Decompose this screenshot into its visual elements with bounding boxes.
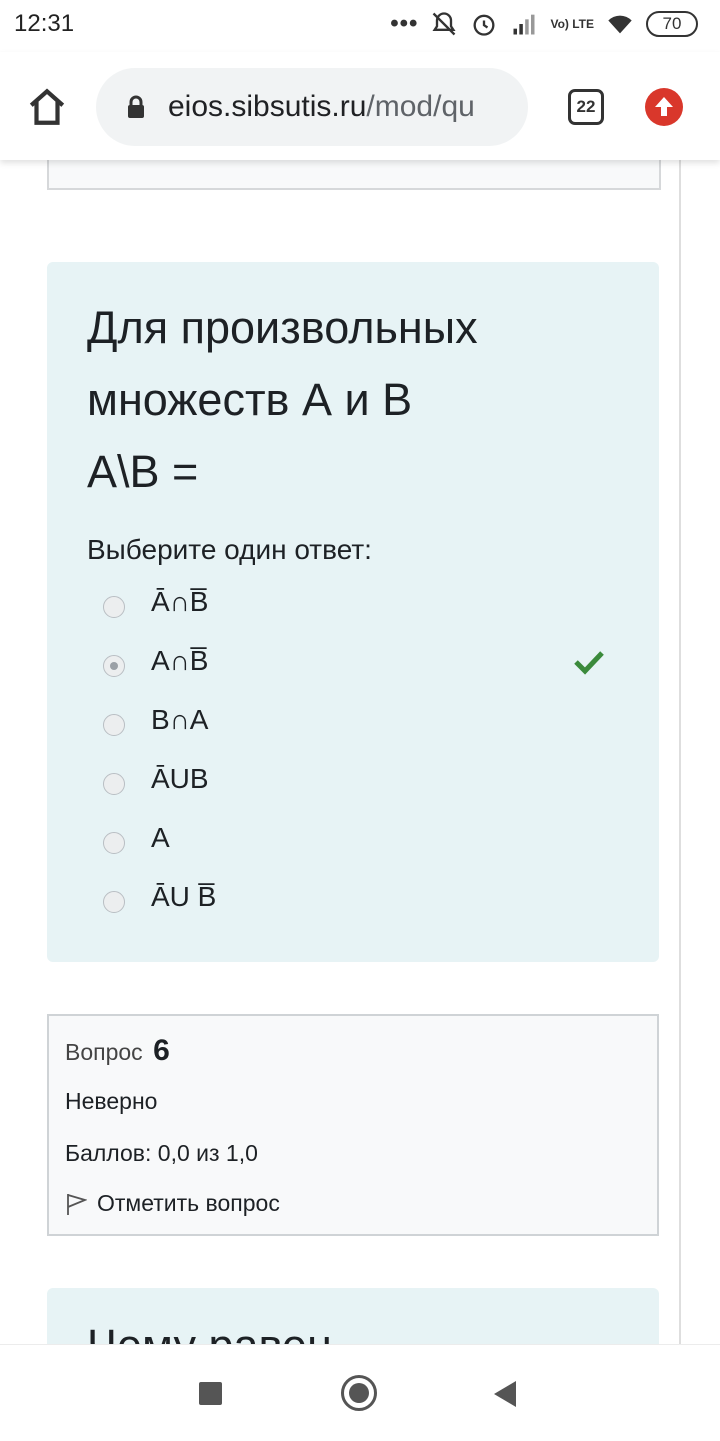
answer-option[interactable]: A [103,810,623,869]
question-text: Для произвольных множеств А и В А\В = [87,292,617,508]
status-bar: 12:31 ••• Vo) LTE 70 [0,0,720,52]
answer-label: A∩B̅ [151,645,209,676]
question-number: Вопрос 6 [65,1034,170,1068]
page-content: Для произвольных множеств А и В А\В = Вы… [0,160,720,1344]
question-line: Для произвольных [87,302,478,353]
back-icon[interactable] [494,1381,516,1407]
answer-label: ĀU B̅ [151,881,217,912]
question-info-box: Вопрос 6 Неверно Баллов: 0,0 из 1,0 Отме… [47,1014,659,1236]
answer-label: Ā∩B̅ [151,586,209,617]
scroll-rail [679,160,681,1344]
answer-option[interactable]: ĀUB [103,751,623,810]
previous-info-box [47,160,661,190]
system-nav-bar [0,1344,720,1441]
question-number-label: Вопрос [65,1039,143,1065]
recent-apps-icon[interactable] [199,1382,222,1405]
url-domain: eios.sibsutis.ru [168,90,367,123]
wifi-icon [608,15,632,34]
alarm-icon [473,14,495,36]
network-label: Vo) LTE [550,17,594,31]
radio-button[interactable] [103,596,125,618]
answer-option[interactable]: B∩A [103,692,623,751]
more-dots-icon: ••• [390,10,419,37]
flag-question-button[interactable]: Отметить вопрос [65,1190,280,1217]
question-line: А\В = [87,446,199,497]
update-icon[interactable] [645,88,683,126]
radio-button[interactable] [103,773,125,795]
lock-icon [128,95,144,118]
answer-prompt: Выберите один ответ: [87,534,372,565]
question-number-value: 6 [153,1034,170,1067]
radio-button-selected[interactable] [103,655,125,677]
answer-option[interactable]: A∩B̅ [103,633,623,692]
flag-icon [67,1193,87,1215]
alarm-off-icon [432,12,456,36]
url-text: eios.sibsutis.ru/mod/qu [168,90,475,124]
answer-label: ĀUB [151,763,209,794]
url-path: /mod/qu [366,90,475,123]
answer-list: Ā∩B̅ A∩B̅ B∩A ĀUB A ĀU B̅ [103,574,623,928]
status-icons: ••• Vo) LTE 70 [390,10,698,38]
signal-icon [513,14,535,35]
question-line: множеств А и В [87,374,413,425]
question-grade: Баллов: 0,0 из 1,0 [65,1140,258,1166]
tabs-icon[interactable]: 22 [568,89,604,125]
radio-button[interactable] [103,714,125,736]
next-question-card: Чему равен [47,1288,659,1344]
radio-button[interactable] [103,832,125,854]
home-icon[interactable] [26,86,68,128]
home-nav-icon[interactable] [341,1375,377,1411]
answer-label: B∩A [151,704,209,735]
browser-toolbar: eios.sibsutis.ru/mod/qu 22 [0,52,720,160]
address-bar[interactable]: eios.sibsutis.ru/mod/qu [96,68,528,146]
checkmark-icon [574,651,604,675]
question-status: Неверно [65,1088,158,1114]
next-question-text: Чему равен [87,1320,332,1344]
radio-button[interactable] [103,891,125,913]
question-card: Для произвольных множеств А и В А\В = Вы… [47,262,659,962]
flag-question-label: Отметить вопрос [97,1190,280,1216]
status-time: 12:31 [14,10,75,37]
answer-label: A [151,822,170,853]
answer-option[interactable]: ĀU B̅ [103,869,623,928]
battery-icon: 70 [646,11,698,37]
answer-option[interactable]: Ā∩B̅ [103,574,623,633]
